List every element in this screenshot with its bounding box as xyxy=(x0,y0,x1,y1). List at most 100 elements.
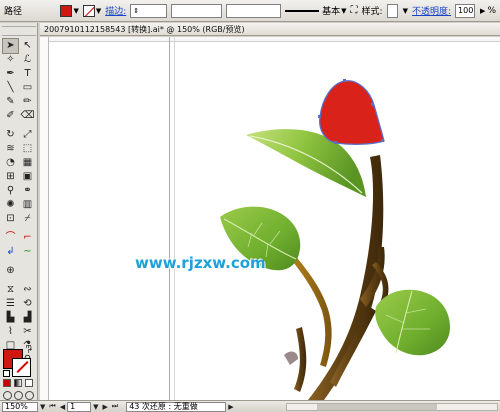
lasso-tool-icon[interactable]: ℒ xyxy=(20,53,35,67)
perspective-grid-tool-icon[interactable]: ▦ xyxy=(20,156,35,170)
profile-dropdown[interactable]: 基本 ▼ xyxy=(285,4,347,17)
status-menu-icon[interactable]: ▶ xyxy=(228,403,233,411)
default-colors-icon[interactable] xyxy=(3,370,10,377)
zoom-dropdown-icon[interactable]: ▼ xyxy=(40,403,45,411)
envelope-tool-icon[interactable]: ⧖ xyxy=(3,283,18,297)
reshape-tool-icon[interactable]: ⌐ xyxy=(20,231,35,245)
style-dropdown[interactable] xyxy=(386,3,398,18)
page-value: 1 xyxy=(70,402,76,411)
gradient-tool-icon[interactable]: ▣ xyxy=(20,170,35,184)
stroke-weight-field[interactable]: ⇕ xyxy=(130,3,168,18)
transform-icon[interactable]: ⛶ xyxy=(351,5,358,16)
red-bud xyxy=(319,80,385,145)
bar-chart-tool-icon[interactable]: ▟ xyxy=(20,311,35,325)
path-tool-icon[interactable]: ↲ xyxy=(3,245,18,259)
fill-stroke-widget[interactable]: ↱ xyxy=(3,347,35,389)
gradient-mode-icon[interactable] xyxy=(14,379,22,387)
zoom-value: 150% xyxy=(5,402,28,411)
first-page-icon[interactable]: ⏮ xyxy=(49,402,55,411)
line-tool-icon[interactable]: ╲ xyxy=(3,81,18,95)
tool-name-label: 路径 xyxy=(4,7,23,17)
opacity-percent: % xyxy=(487,5,496,16)
fill-color-dropdown[interactable]: ▼ xyxy=(60,4,79,17)
stroke-line-preview xyxy=(285,9,320,12)
rotate-tool-icon[interactable]: ↻ xyxy=(3,128,18,142)
opacity-link[interactable]: 不透明度: xyxy=(412,4,451,17)
empty-slot xyxy=(20,264,35,278)
blob-brush-tool-icon[interactable]: ✐ xyxy=(3,109,18,123)
page-dropdown-icon[interactable]: ▼ xyxy=(93,403,98,411)
artwork xyxy=(220,79,450,400)
next-page-icon[interactable]: ▶ xyxy=(102,403,107,411)
profile-label: 基本 xyxy=(322,7,341,17)
artboard-tool-icon[interactable]: ⊡ xyxy=(3,212,18,226)
direct-selection-tool-icon[interactable]: ↖ xyxy=(20,39,35,53)
eraser-tool-icon[interactable]: ⌫ xyxy=(20,109,35,123)
none-mode-icon[interactable] xyxy=(25,379,33,387)
chevron-right-icon[interactable]: ▶ xyxy=(480,7,485,15)
lower-right-stem xyxy=(330,307,376,387)
scrollbar-thumb[interactable] xyxy=(317,404,437,410)
type-tool-icon[interactable]: T xyxy=(20,67,35,81)
last-page-icon[interactable]: ⏭ xyxy=(112,402,118,411)
left-gold-stem xyxy=(286,249,332,367)
smooth-tool-icon[interactable]: ∼ xyxy=(20,245,35,259)
chevron-down-icon: ▼ xyxy=(341,6,347,15)
chevron-down-icon: ▼ xyxy=(73,6,79,15)
pencil-tool-icon[interactable]: ✏ xyxy=(20,95,35,109)
layers-tool-icon[interactable]: ☰ xyxy=(3,297,18,311)
wave-tool-icon[interactable]: ∾ xyxy=(20,283,35,297)
status-field[interactable]: 43 次还原 : 无重做 xyxy=(126,401,227,412)
tools-panel: ➤ ↖ ✧ ℒ ✒ T ╲ ▭ ✎ ✏ ✐ ⌫ ↻ ⤢ ≋ ⬚ ◔ ▦ ⊞ ▣ … xyxy=(0,23,38,401)
selection-tool-icon[interactable]: ➤ xyxy=(2,38,19,54)
slice-tool-icon[interactable]: ⌿ xyxy=(20,212,35,226)
eyedropper-tool-icon[interactable]: ⚲ xyxy=(3,184,18,198)
chart-tool-icon[interactable]: ▙ xyxy=(3,311,18,325)
scale-tool-icon[interactable]: ⤢ xyxy=(20,128,35,142)
draw-normal-icon[interactable] xyxy=(3,391,12,400)
document-tab[interactable]: 2007910112158543 [转换].ai* @ 150% (RGB/预览… xyxy=(40,23,500,36)
style-label: 样式: xyxy=(361,7,383,17)
graph-tool-icon[interactable]: ▥ xyxy=(20,198,35,212)
warp-tool-icon[interactable]: ≋ xyxy=(3,142,18,156)
shape-builder-tool-icon[interactable]: ◔ xyxy=(3,156,18,170)
prev-page-icon[interactable]: ◀ xyxy=(60,403,65,411)
stroke-weight-stepper-icon[interactable]: ⇕ xyxy=(133,7,139,15)
width-tool-icon[interactable]: ⌒ xyxy=(3,231,18,245)
chevron-down-icon: ▼ xyxy=(95,6,102,15)
brush-definition-field[interactable] xyxy=(226,3,282,18)
horizontal-scrollbar[interactable] xyxy=(286,403,498,411)
zoom-field[interactable]: 150% xyxy=(2,401,38,412)
status-bar: 150% ▼ ⏮ ◀ 1 ▼ ▶ ⏭ 43 次还原 : 无重做 ▶ xyxy=(0,400,500,412)
crosshair-icon[interactable]: ⊕ xyxy=(3,264,18,278)
twirl-tool-icon[interactable]: ⟲ xyxy=(20,297,35,311)
opacity-field[interactable]: 100 xyxy=(455,3,476,18)
stroke-color-box[interactable] xyxy=(12,358,31,377)
rectangle-tool-icon[interactable]: ▭ xyxy=(20,81,35,95)
bottom-stem-knot xyxy=(284,351,298,365)
panel-grip[interactable] xyxy=(2,26,36,36)
free-transform-tool-icon[interactable]: ⬚ xyxy=(20,142,35,156)
magic-wand-tool-icon[interactable]: ✧ xyxy=(3,53,18,67)
chevron-down-icon[interactable]: ▼ xyxy=(403,7,408,15)
stroke-link[interactable]: 描边: xyxy=(105,4,126,17)
scissors-tool-icon[interactable]: ✂ xyxy=(20,325,35,339)
page-field[interactable]: 1 xyxy=(67,401,92,412)
variable-width-field[interactable] xyxy=(171,3,223,18)
watermark-text: www.rjzxw.com xyxy=(135,254,266,272)
draw-behind-icon[interactable] xyxy=(14,391,23,400)
tool-grid: ➤ ↖ ✧ ℒ ✒ T ╲ ▭ ✎ ✏ ✐ ⌫ ↻ ⤢ ≋ ⬚ ◔ ▦ ⊞ ▣ … xyxy=(2,38,35,367)
knife-tool-icon[interactable]: ⌇ xyxy=(3,325,18,339)
pen-tool-icon[interactable]: ✒ xyxy=(3,67,18,81)
color-mode-icon[interactable] xyxy=(3,379,11,387)
swap-icon[interactable]: ↱ xyxy=(27,347,33,355)
paintbrush-tool-icon[interactable]: ✎ xyxy=(3,95,18,109)
draw-inside-icon[interactable] xyxy=(25,391,34,400)
mesh-tool-icon[interactable]: ⊞ xyxy=(3,170,18,184)
control-bar: 路径 ▼ ▼ 描边: ⇕ 基本 ▼ ⛶ 样式: ▼ 不透明度: 100 ▶ % xyxy=(0,0,500,22)
blend-tool-icon[interactable]: ⚭ xyxy=(20,184,35,198)
fill-swatch xyxy=(60,4,73,17)
stroke-color-dropdown[interactable]: ▼ xyxy=(82,4,102,17)
canvas[interactable]: www.rjzxw.com xyxy=(40,37,500,400)
symbol-sprayer-tool-icon[interactable]: ✺ xyxy=(3,198,18,212)
